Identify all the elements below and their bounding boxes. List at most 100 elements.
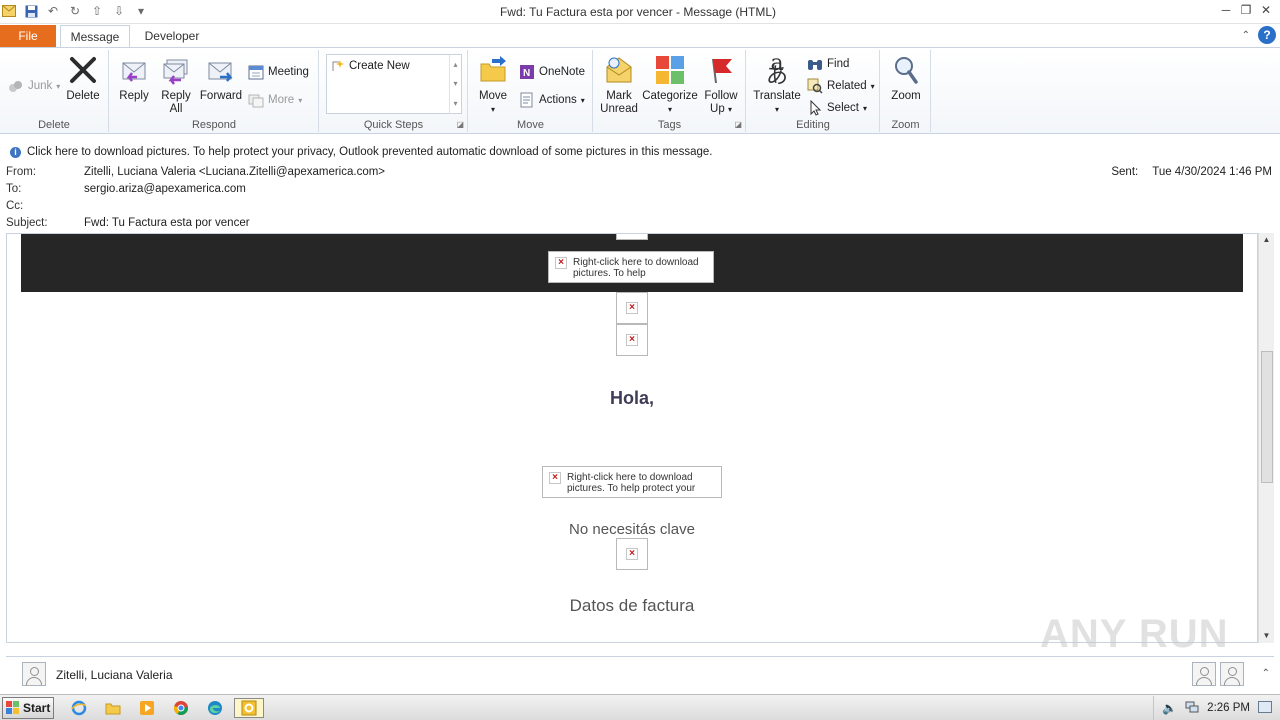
actions-button[interactable]: Actions ▾	[519, 92, 585, 108]
binoculars-icon	[807, 56, 823, 72]
tab-message[interactable]: Message	[60, 25, 130, 48]
expand-people-pane-icon[interactable]: ⌃	[1262, 668, 1270, 679]
blocked-image-with-text[interactable]: × Right-click here to download pictures. …	[542, 466, 722, 498]
people-pane: Zitelli, Luciana Valeria ⌃	[6, 656, 1274, 692]
people-pane-contact-icon[interactable]	[1192, 662, 1216, 686]
more-respond-button[interactable]: More ▾	[248, 92, 302, 108]
internet-explorer-icon[interactable]	[68, 698, 90, 718]
collapse-ribbon-icon[interactable]: ⌃	[1242, 30, 1250, 41]
reply-all-icon	[160, 54, 192, 86]
to-value[interactable]: sergio.ariza@apexamerica.com	[84, 183, 246, 195]
taskbar: Start 🔈 2:26 PM	[0, 694, 1280, 720]
blocked-image-with-text[interactable]: × Right-click here to download pictures. …	[548, 251, 714, 283]
minimize-icon[interactable]: ─	[1216, 0, 1236, 20]
download-pictures-infobar[interactable]: i Click here to download pictures. To he…	[0, 143, 1280, 161]
reply-all-button[interactable]: Reply All	[156, 54, 196, 116]
ribbon-group-quick-steps: Create New ▴ ▾ ▾ Quick Steps ◪	[320, 50, 468, 132]
quick-steps-scrollbar[interactable]: ▴ ▾ ▾	[449, 55, 461, 113]
tab-file[interactable]: File	[0, 25, 56, 47]
from-value[interactable]: Zitelli, Luciana Valeria <Luciana.Zitell…	[84, 166, 385, 178]
email-content: × × Hola, × Right-click here to download …	[21, 292, 1243, 636]
avatar[interactable]	[22, 662, 46, 686]
title-bar: ↶ ↻ ⇧ ⇩ ▾ Fwd: Tu Factura esta por vence…	[0, 0, 1280, 24]
onenote-button[interactable]: N OneNote	[519, 64, 585, 80]
from-label: From:	[6, 166, 37, 178]
onenote-icon: N	[519, 64, 535, 80]
restore-icon[interactable]: ❐	[1236, 0, 1256, 20]
watermark-logo: ANY RUN	[1040, 612, 1229, 656]
blocked-image[interactable]: ×	[616, 538, 648, 570]
ribbon-group-tags: Mark Unread Categorize ▾ Follow Up ▾ Tag…	[594, 50, 746, 132]
scroll-up-icon[interactable]: ▲	[1259, 233, 1274, 247]
svg-text:N: N	[523, 68, 530, 79]
scroll-thumb[interactable]	[1261, 351, 1273, 483]
ribbon: Junk ▾ Delete Delete Reply Reply All For…	[0, 47, 1280, 134]
chrome-icon[interactable]	[170, 698, 192, 718]
quick-steps-gallery[interactable]: Create New ▴ ▾ ▾	[326, 54, 462, 114]
move-button[interactable]: Move ▾	[475, 54, 511, 116]
categorize-icon	[654, 54, 686, 86]
people-pane-name[interactable]: Zitelli, Luciana Valeria	[56, 668, 173, 682]
close-icon[interactable]: ✕	[1256, 0, 1276, 20]
start-button[interactable]: Start	[2, 697, 54, 719]
create-new-icon	[332, 60, 344, 71]
tab-developer[interactable]: Developer	[136, 25, 208, 48]
junk-button[interactable]: Junk ▾	[8, 78, 60, 94]
people-pane-group-icon[interactable]	[1220, 662, 1244, 686]
translate-button[interactable]: aあ Translate ▾	[751, 51, 803, 116]
follow-up-button[interactable]: Follow Up ▾	[700, 54, 742, 116]
window-controls: ─ ❐ ✕	[1216, 0, 1276, 20]
email-header-band: × ×Right-click here to download pictures…	[21, 234, 1243, 292]
cursor-icon	[807, 100, 823, 116]
sent-label: Sent:	[1111, 166, 1139, 178]
subject-value: Fwd: Tu Factura esta por vencer	[84, 217, 250, 229]
related-button[interactable]: Related ▾	[807, 78, 875, 94]
find-button[interactable]: Find	[807, 56, 849, 72]
sent-value: Tue 4/30/2024 1:46 PM	[1152, 166, 1272, 178]
file-explorer-icon[interactable]	[102, 698, 124, 718]
clock[interactable]: 2:26 PM	[1207, 702, 1250, 714]
show-desktop-icon[interactable]	[1258, 700, 1272, 716]
delete-icon	[67, 54, 99, 86]
mark-unread-button[interactable]: Mark Unread	[598, 54, 640, 116]
blocked-image[interactable]: ×	[616, 324, 648, 356]
actions-icon	[519, 92, 535, 108]
ribbon-group-move: Move ▾ N OneNote Actions ▾ Move	[469, 50, 593, 132]
meeting-button[interactable]: Meeting	[248, 64, 309, 80]
ribbon-group-zoom: Zoom Zoom	[881, 50, 931, 132]
help-icon[interactable]: ?	[1258, 26, 1276, 44]
quick-step-create-new[interactable]: Create New	[331, 59, 410, 73]
to-label: To:	[6, 183, 22, 195]
system-tray: 🔈 2:26 PM	[1153, 696, 1280, 720]
tags-dialog-launcher-icon[interactable]: ◪	[734, 120, 742, 129]
select-button[interactable]: Select ▾	[807, 100, 867, 116]
blocked-image[interactable]: ×	[616, 292, 648, 324]
ribbon-group-respond: Reply Reply All Forward Meeting More ▾ R…	[110, 50, 319, 132]
message-body[interactable]: × ×Right-click here to download pictures…	[6, 233, 1258, 643]
outlook-taskbar-icon[interactable]	[234, 698, 264, 718]
scroll-down-icon[interactable]: ▼	[1259, 629, 1274, 643]
dialog-launcher-icon[interactable]: ◪	[456, 120, 464, 129]
calendar-icon	[248, 64, 264, 80]
reply-icon	[118, 54, 150, 86]
message-scrollbar[interactable]: ▲ ▼	[1258, 233, 1274, 643]
info-icon: i	[10, 146, 21, 158]
flag-icon	[705, 54, 737, 86]
forward-button[interactable]: Forward	[198, 54, 244, 103]
categorize-button[interactable]: Categorize ▾	[642, 54, 698, 116]
reply-button[interactable]: Reply	[116, 54, 152, 103]
network-icon[interactable]	[1185, 701, 1199, 716]
related-icon	[807, 78, 823, 94]
ribbon-tabs: File Message Developer ⌃ ?	[0, 24, 1280, 48]
ribbon-group-editing: aあ Translate ▾ Find Related ▾ Select ▾ Edi…	[747, 50, 880, 132]
translate-icon: aあ	[765, 51, 788, 89]
delete-button[interactable]: Delete	[62, 54, 104, 103]
edge-icon[interactable]	[204, 698, 226, 718]
zoom-button[interactable]: Zoom	[887, 54, 925, 103]
subject-label: Subject:	[6, 217, 48, 229]
media-player-icon[interactable]	[136, 698, 158, 718]
volume-icon[interactable]: 🔈	[1162, 701, 1177, 715]
sent-info: Sent: Tue 4/30/2024 1:46 PM	[1111, 166, 1272, 178]
no-key-text: No necesitás clave	[569, 521, 695, 538]
blocked-image[interactable]: ×	[616, 234, 648, 240]
